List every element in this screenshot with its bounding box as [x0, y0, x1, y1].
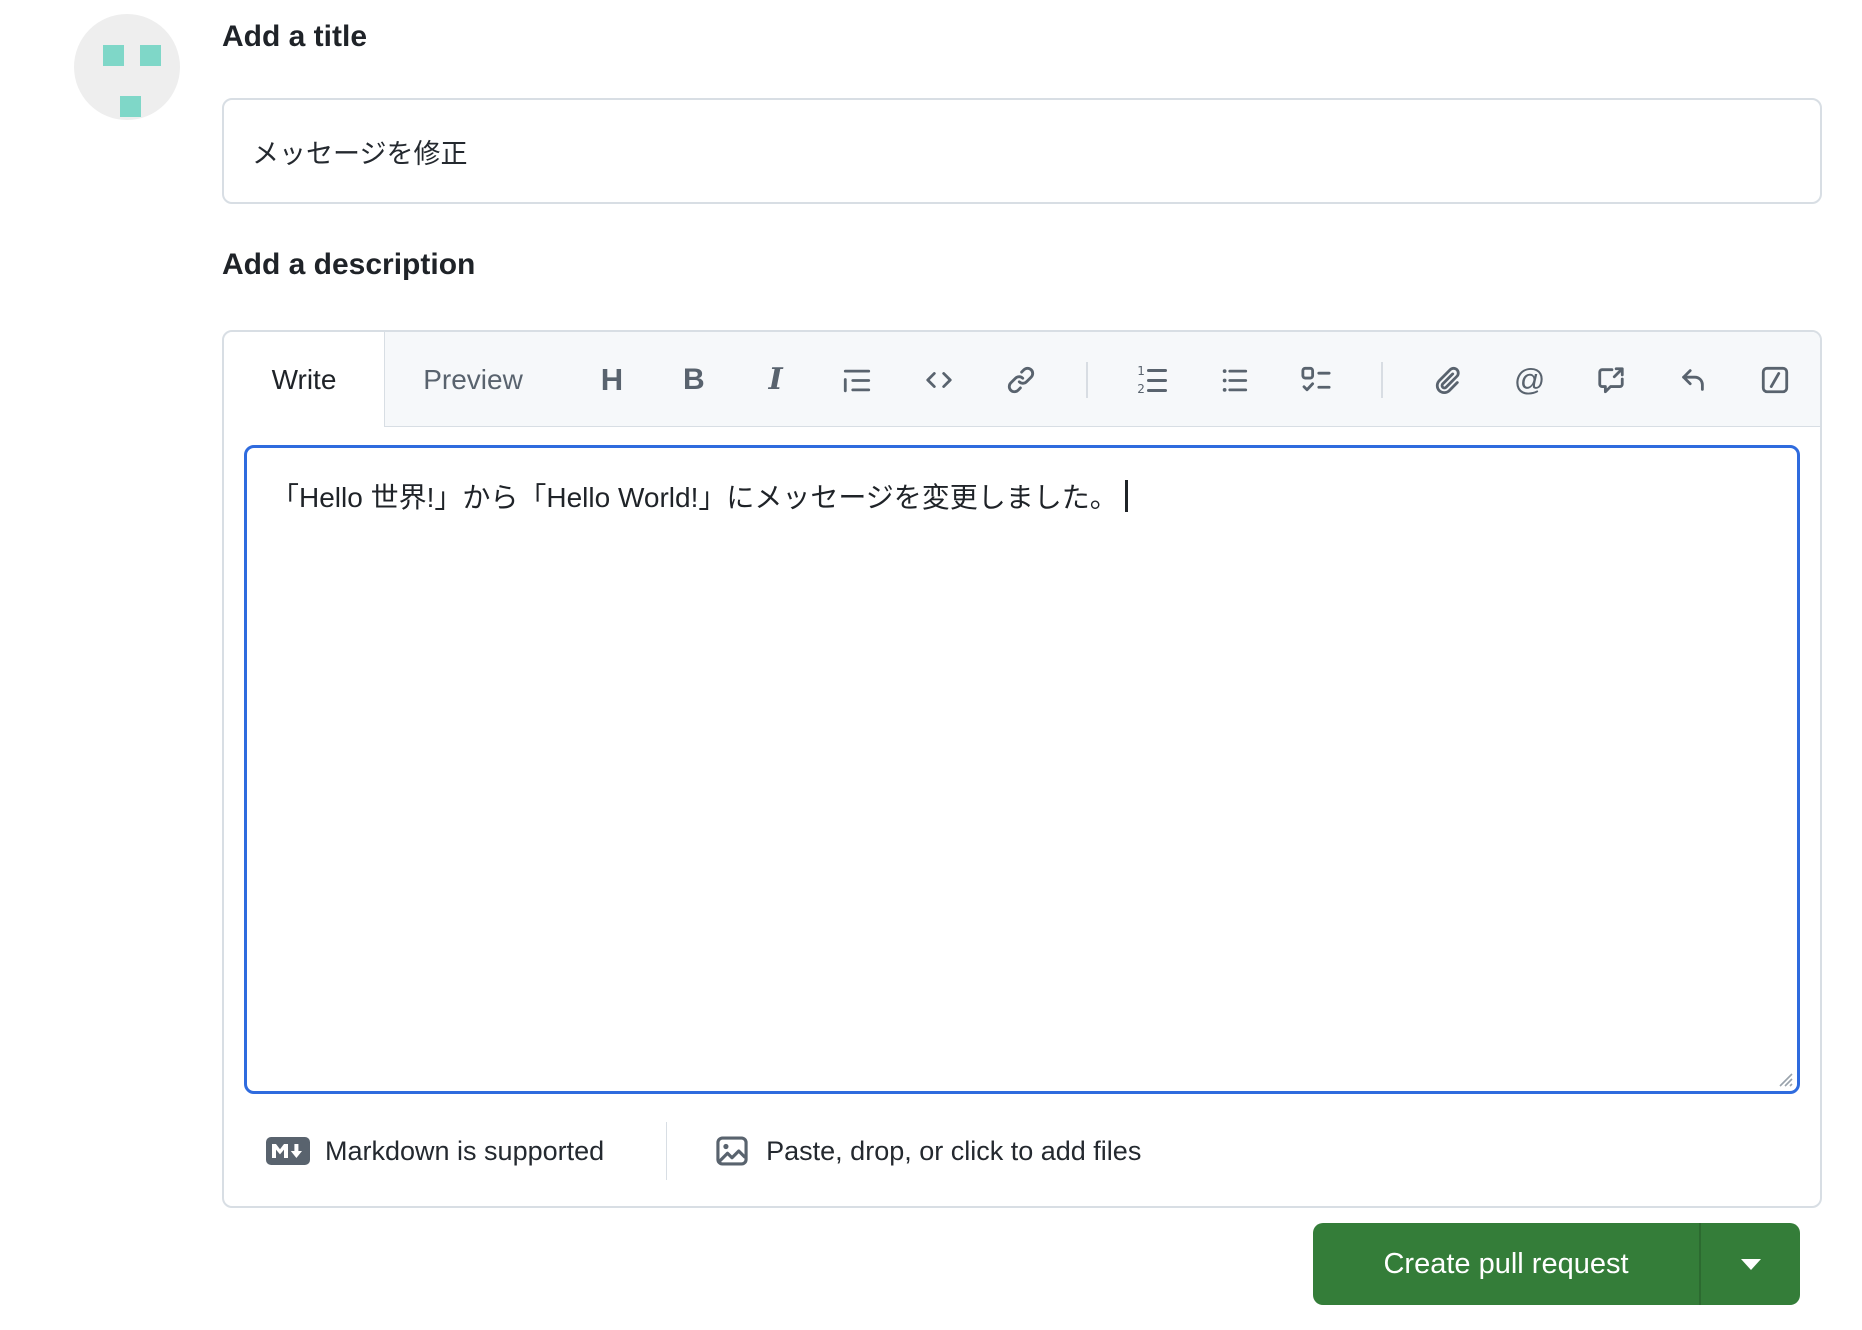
link-icon[interactable]	[1004, 359, 1038, 401]
attach-files-dropzone[interactable]: Paste, drop, or click to add files	[713, 1133, 1141, 1169]
identicon-square	[140, 45, 161, 66]
bullet-list-icon[interactable]	[1217, 359, 1251, 401]
text-cursor-icon	[1124, 480, 1128, 512]
attach-files-label: Paste, drop, or click to add files	[766, 1135, 1142, 1166]
task-list-icon[interactable]	[1299, 359, 1333, 401]
markdown-editor: Write Preview H B I 1 2 @ 「Hello 世界!」から「…	[222, 330, 1822, 1208]
description-textarea[interactable]: 「Hello 世界!」から「Hello World!」にメッセージを変更しました…	[244, 445, 1800, 1094]
image-icon	[713, 1133, 751, 1169]
editor-footer: Markdown is supported Paste, drop, or cl…	[224, 1094, 1820, 1206]
tab-preview-label: Preview	[423, 363, 523, 395]
create-pull-request-dropdown-button[interactable]	[1699, 1223, 1800, 1305]
cross-reference-icon[interactable]	[1594, 359, 1628, 401]
pr-title-input[interactable]	[222, 98, 1822, 204]
tab-write-label: Write	[271, 363, 337, 395]
tab-write[interactable]: Write	[224, 332, 385, 427]
identicon-square	[120, 96, 141, 117]
resize-grip-icon[interactable]	[1770, 1064, 1794, 1088]
editor-header: Write Preview H B I 1 2 @	[224, 332, 1820, 427]
new-pull-request-form: Add a title Add a description Write Prev…	[0, 0, 1862, 1330]
tab-preview[interactable]: Preview	[385, 332, 561, 427]
slash-command-icon[interactable]	[1758, 359, 1792, 401]
user-avatar-identicon	[74, 14, 180, 120]
add-title-heading: Add a title	[222, 20, 368, 53]
dropdown-caret-icon	[1740, 1258, 1761, 1270]
description-text: 「Hello 世界!」から「Hello World!」にメッセージを変更しました…	[271, 482, 1118, 513]
reply-icon[interactable]	[1676, 359, 1710, 401]
italic-icon[interactable]: I	[759, 359, 793, 401]
markdown-supported-label: Markdown is supported	[325, 1135, 605, 1166]
footer-divider	[666, 1122, 668, 1180]
svg-text:1: 1	[1137, 364, 1145, 378]
editor-body: 「Hello 世界!」から「Hello World!」にメッセージを変更しました…	[224, 427, 1820, 1094]
create-pull-request-button[interactable]: Create pull request	[1313, 1223, 1699, 1305]
bold-icon[interactable]: B	[677, 359, 711, 401]
toolbar-divider	[1085, 361, 1088, 398]
attach-file-icon[interactable]	[1431, 359, 1465, 401]
mention-icon[interactable]: @	[1513, 359, 1547, 401]
markdown-supported-link[interactable]: Markdown is supported	[266, 1136, 604, 1167]
formatting-toolbar: H B I 12 @	[561, 332, 1820, 427]
markdown-icon	[266, 1137, 310, 1165]
code-icon[interactable]	[922, 359, 956, 401]
action-button-group: Create pull request	[1313, 1223, 1800, 1305]
numbered-list-icon[interactable]: 12	[1136, 359, 1170, 401]
svg-text:2: 2	[1137, 382, 1145, 396]
add-description-heading: Add a description	[222, 248, 476, 281]
identicon-square	[103, 45, 124, 66]
toolbar-divider	[1380, 361, 1383, 398]
heading-icon[interactable]: H	[595, 359, 629, 401]
quote-icon[interactable]	[840, 359, 874, 401]
